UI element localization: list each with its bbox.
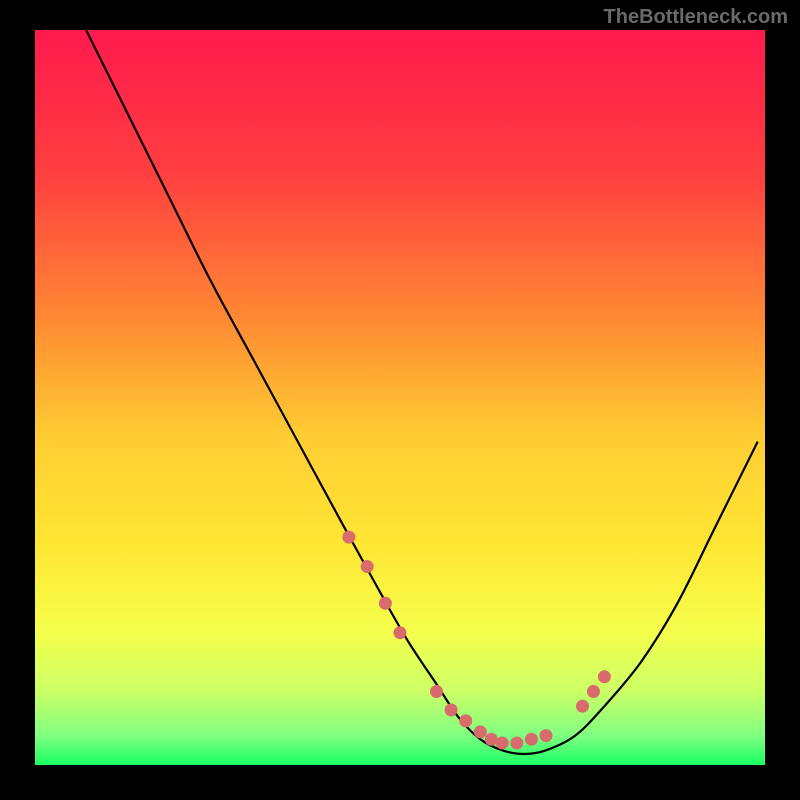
marker-dot — [445, 703, 458, 716]
marker-dot — [587, 685, 600, 698]
marker-dot — [379, 597, 392, 610]
marker-dot — [510, 736, 523, 749]
marker-dot — [525, 733, 538, 746]
marker-dot — [474, 725, 487, 738]
marker-dot — [361, 560, 374, 573]
marker-dot — [430, 685, 443, 698]
marker-dot — [394, 626, 407, 639]
marker-dot — [598, 670, 611, 683]
marker-dot — [576, 700, 589, 713]
marker-dot — [342, 531, 355, 544]
marker-dot — [540, 729, 553, 742]
chart-svg — [35, 30, 765, 765]
watermark-text: TheBottleneck.com — [604, 6, 788, 29]
marker-dot — [496, 736, 509, 749]
marker-dot — [459, 714, 472, 727]
chart-plot-area — [35, 30, 765, 765]
chart-background — [35, 30, 765, 765]
